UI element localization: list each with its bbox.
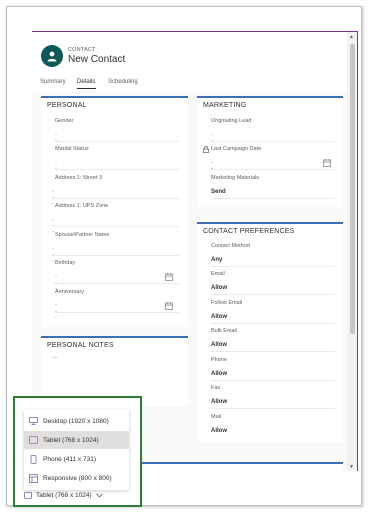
scroll-down-arrow-icon[interactable]: ▼	[349, 464, 354, 470]
field-label: Mail	[211, 414, 222, 420]
personal-section: PERSONAL Gender --- Marital Status --- A…	[41, 96, 188, 327]
field-label: Marital Status	[55, 146, 89, 152]
contact-avatar	[41, 45, 63, 67]
form-tabs: Summary Details Scheduling	[32, 77, 347, 91]
tab-scheduling[interactable]: Scheduling	[108, 79, 138, 85]
device-selector-button[interactable]: Tablet (768 x 1024)	[24, 492, 103, 499]
field-underline	[52, 255, 179, 256]
device-selector-label: Tablet (768 x 1024)	[36, 492, 92, 499]
menu-item-label: Responsive (800 x 800)	[43, 474, 112, 482]
section-title: PERSONAL NOTES	[47, 342, 114, 349]
field-underline	[211, 141, 335, 142]
calendar-icon	[323, 159, 331, 167]
marketing-section: MARKETING Originating Lead --- Last Camp…	[197, 96, 343, 207]
calendar-icon[interactable]	[165, 302, 173, 310]
section-title: PERSONAL	[47, 102, 87, 109]
field-label: Bulk Email	[211, 328, 237, 334]
field-underline	[55, 312, 179, 313]
field-label: Phone	[211, 357, 227, 363]
record-header: CONTACT New Contact	[32, 32, 347, 77]
field-label: Originating Lead	[211, 118, 252, 124]
tab-details[interactable]: Details	[77, 79, 95, 85]
field-label: Gender	[55, 118, 74, 124]
field-label: Contact Method	[211, 243, 250, 249]
field-underline	[52, 198, 179, 199]
field-underline	[211, 408, 335, 409]
field-underline	[55, 141, 179, 142]
field-label: Fax	[211, 385, 221, 391]
field-value[interactable]: Any	[211, 257, 222, 263]
field-label: Address 1: UPS Zone	[55, 203, 109, 209]
scroll-thumb[interactable]	[350, 44, 355, 334]
vertical-scrollbar[interactable]: ▲ ▼	[348, 34, 357, 470]
field-underline	[211, 380, 335, 381]
field-underline	[211, 169, 335, 170]
contact-person-icon	[47, 51, 57, 62]
field-label: Spouse/Partner Name	[55, 232, 110, 238]
menu-item-label: Phone (411 x 731)	[43, 455, 96, 463]
menu-item-label: Tablet (768 x 1024)	[43, 436, 99, 444]
field-label: Marketing Materials	[211, 175, 259, 181]
device-selector-highlight: Desktop (1920 x 1080) Tablet (768 x 1024…	[13, 396, 142, 507]
field-underline	[55, 169, 179, 170]
record-title: New Contact	[68, 54, 126, 65]
field-value[interactable]: Allow	[211, 399, 227, 405]
menu-item-responsive[interactable]: Responsive (800 x 800)	[24, 469, 129, 487]
contact-preferences-section: CONTACT PREFERENCES Contact Method Any E…	[197, 222, 343, 442]
field-value[interactable]: Allow	[211, 428, 227, 434]
field-value[interactable]: Allow	[211, 371, 227, 377]
lock-icon	[203, 146, 209, 153]
field-label: Anniversary	[55, 289, 85, 295]
field-label: Birthday	[55, 260, 76, 266]
entity-type-label: CONTACT	[68, 47, 96, 53]
menu-item-desktop[interactable]: Desktop (1920 x 1080)	[24, 412, 129, 430]
field-underline	[55, 283, 179, 284]
field-label: Last Campaign Date	[211, 146, 262, 152]
menu-item-tablet[interactable]: Tablet (768 x 1024)	[24, 431, 129, 449]
field-label: Follow Email	[211, 300, 243, 306]
chevron-down-icon	[95, 493, 103, 498]
field-label: Address 1: Street 3	[55, 175, 103, 181]
field-value[interactable]: Allow	[211, 314, 227, 320]
field-underline	[211, 323, 335, 324]
desktop-icon	[29, 417, 38, 425]
field-label: Email	[211, 271, 225, 277]
field-value[interactable]: Allow	[211, 342, 227, 348]
field-underline	[211, 294, 335, 295]
device-menu: Desktop (1920 x 1080) Tablet (768 x 1024…	[24, 410, 129, 490]
field-underline	[211, 198, 335, 199]
tab-summary[interactable]: Summary	[40, 79, 66, 85]
calendar-icon[interactable]	[165, 273, 173, 281]
section-title: MARKETING	[203, 102, 247, 109]
field-value[interactable]: Allow	[211, 285, 227, 291]
field-underline	[211, 266, 335, 267]
tablet-icon	[29, 436, 38, 444]
menu-item-phone[interactable]: Phone (411 x 731)	[24, 450, 129, 468]
menu-item-label: Desktop (1920 x 1080)	[43, 417, 109, 425]
field-value[interactable]: Send	[211, 189, 226, 195]
responsive-icon	[29, 473, 38, 483]
active-tab-indicator	[77, 88, 96, 89]
field-underline	[52, 226, 179, 227]
phone-icon	[30, 454, 37, 464]
tablet-icon	[24, 492, 32, 499]
field-underline	[211, 351, 335, 352]
notes-input[interactable]: ---	[52, 355, 58, 361]
scroll-up-arrow-icon[interactable]: ▲	[349, 34, 354, 40]
section-title: CONTACT PREFERENCES	[203, 228, 295, 235]
